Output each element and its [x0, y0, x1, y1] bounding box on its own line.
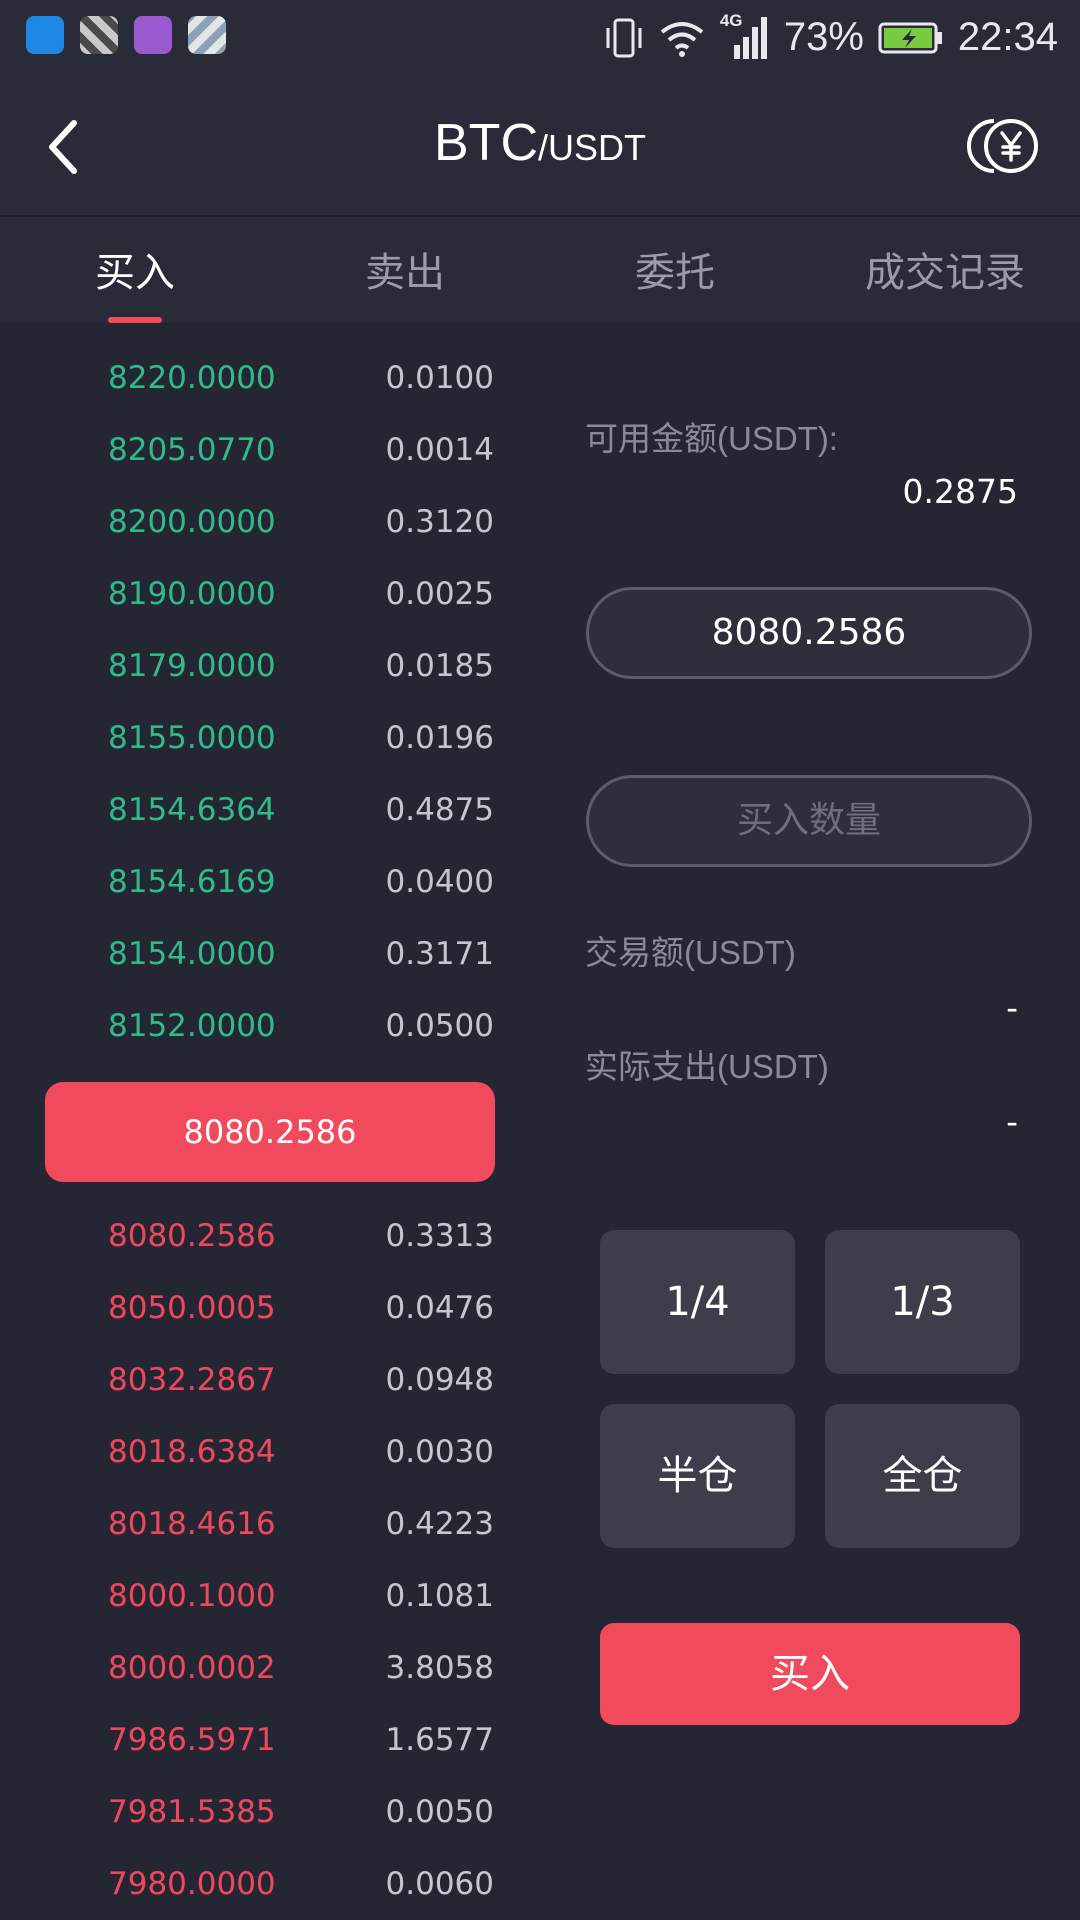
- ask-row[interactable]: 8179.0000 0.0185: [0, 636, 520, 696]
- base-currency: BTC: [434, 114, 538, 172]
- trade-tabs: 买入 卖出 委托 成交记录: [0, 217, 1080, 323]
- last-price-button[interactable]: 8080.2586: [45, 1082, 495, 1182]
- ask-qty: 0.0014: [385, 432, 494, 468]
- bid-row[interactable]: 8000.0002 3.8058: [0, 1638, 520, 1698]
- photo-app-icon-2: [188, 16, 226, 54]
- chat-app-icon: [26, 16, 64, 54]
- clock: 22:34: [957, 15, 1058, 59]
- bid-qty: 0.0060: [385, 1866, 494, 1902]
- tab-trade-history[interactable]: 成交记录: [810, 217, 1080, 323]
- ask-qty: 0.0185: [385, 648, 494, 684]
- price-input[interactable]: 8080.2586: [586, 587, 1032, 679]
- bid-qty: 0.3313: [385, 1218, 494, 1254]
- ask-price: 8205.0770: [108, 432, 276, 468]
- bid-qty: 0.0050: [385, 1794, 494, 1830]
- ask-row[interactable]: 8205.0770 0.0014: [0, 420, 520, 480]
- trade-amount-value: -: [1006, 988, 1018, 1027]
- ask-row[interactable]: 8155.0000 0.0196: [0, 708, 520, 768]
- bid-qty: 0.1081: [385, 1578, 494, 1614]
- quote-currency: /USDT: [538, 127, 646, 168]
- ask-price: 8179.0000: [108, 648, 276, 684]
- bid-row[interactable]: 8000.1000 0.1081: [0, 1566, 520, 1626]
- ask-row[interactable]: 8190.0000 0.0025: [0, 564, 520, 624]
- ask-row[interactable]: 8154.0000 0.3171: [0, 924, 520, 984]
- bid-price: 8050.0005: [108, 1290, 276, 1326]
- bid-row[interactable]: 8050.0005 0.0476: [0, 1278, 520, 1338]
- status-indicators: 4G 73% 22:34: [604, 10, 1058, 65]
- ask-row[interactable]: 8154.6169 0.0400: [0, 852, 520, 912]
- wifi-icon: [660, 21, 704, 57]
- header: BTC/USDT: [0, 75, 1080, 217]
- bid-price: 8018.6384: [108, 1434, 276, 1470]
- vibrate-icon: [606, 18, 642, 57]
- bid-qty: 0.0476: [385, 1290, 494, 1326]
- bid-row[interactable]: 7986.5971 1.6577: [0, 1710, 520, 1770]
- cell-signal-icon: 4G: [720, 11, 770, 61]
- ask-price: 8190.0000: [108, 576, 276, 612]
- bid-qty: 0.0948: [385, 1362, 494, 1398]
- bid-price: 8000.1000: [108, 1578, 276, 1614]
- ask-price: 8154.0000: [108, 936, 276, 972]
- bid-qty: 0.0030: [385, 1434, 494, 1470]
- ask-row[interactable]: 8154.6364 0.4875: [0, 780, 520, 840]
- ask-qty: 0.0025: [385, 576, 494, 612]
- actual-cost-label: 实际支出(USDT): [585, 1048, 829, 1085]
- bid-row[interactable]: 8032.2867 0.0948: [0, 1350, 520, 1410]
- fraction-half-button[interactable]: 半仓: [600, 1404, 795, 1548]
- bid-price: 7981.5385: [108, 1794, 276, 1830]
- battery-charging-icon: [878, 22, 942, 53]
- quantity-input[interactable]: 买入数量: [586, 775, 1032, 867]
- bid-price: 8032.2867: [108, 1362, 276, 1398]
- ask-price: 8154.6364: [108, 792, 276, 828]
- available-balance-value: 0.2875: [902, 472, 1018, 511]
- bid-qty: 1.6577: [385, 1722, 494, 1758]
- ask-qty: 0.0500: [385, 1008, 494, 1044]
- bid-price: 8000.0002: [108, 1650, 276, 1686]
- tab-buy[interactable]: 买入: [0, 217, 270, 323]
- ask-qty: 0.3120: [385, 504, 494, 540]
- buy-submit-button[interactable]: 买入: [600, 1623, 1020, 1725]
- bid-row[interactable]: 8080.2586 0.3313: [0, 1206, 520, 1266]
- ask-qty: 0.4875: [385, 792, 494, 828]
- currency-yen-icon[interactable]: [966, 115, 1040, 177]
- bid-price: 7980.0000: [108, 1866, 276, 1902]
- ask-qty: 0.0400: [385, 864, 494, 900]
- ask-row[interactable]: 8152.0000 0.0500: [0, 996, 520, 1056]
- ask-qty: 0.0196: [385, 720, 494, 756]
- status-bar: 4G 73% 22:34: [0, 0, 1080, 75]
- fraction-quarter-button[interactable]: 1/4: [600, 1230, 795, 1374]
- ask-price: 8200.0000: [108, 504, 276, 540]
- fraction-third-button[interactable]: 1/3: [825, 1230, 1020, 1374]
- ask-qty: 0.0100: [385, 360, 494, 396]
- tab-sell[interactable]: 卖出: [270, 217, 540, 323]
- fraction-full-button[interactable]: 全仓: [825, 1404, 1020, 1548]
- bid-row[interactable]: 8018.6384 0.0030: [0, 1422, 520, 1482]
- ask-qty: 0.3171: [385, 936, 494, 972]
- ask-row[interactable]: 8220.0000 0.0100: [0, 348, 520, 408]
- ask-price: 8152.0000: [108, 1008, 276, 1044]
- bid-row[interactable]: 8018.4616 0.4223: [0, 1494, 520, 1554]
- battery-percent: 73%: [783, 15, 864, 59]
- tab-orders[interactable]: 委托: [540, 217, 810, 323]
- bid-price: 8018.4616: [108, 1506, 276, 1542]
- page-title: BTC/USDT: [0, 113, 1080, 173]
- actual-cost-value: -: [1006, 1102, 1018, 1141]
- ask-price: 8155.0000: [108, 720, 276, 756]
- bid-price: 7986.5971: [108, 1722, 276, 1758]
- ask-row[interactable]: 8200.0000 0.3120: [0, 492, 520, 552]
- available-balance-label: 可用金额(USDT):: [585, 420, 838, 457]
- trade-amount-label: 交易额(USDT): [585, 934, 796, 971]
- gallery-app-icon: [134, 16, 172, 54]
- bid-qty: 0.4223: [385, 1506, 494, 1542]
- photo-app-icon: [80, 16, 118, 54]
- bid-row[interactable]: 7980.0000 0.0060: [0, 1854, 520, 1914]
- bid-qty: 3.8058: [385, 1650, 494, 1686]
- ask-price: 8220.0000: [108, 360, 276, 396]
- bid-row[interactable]: 7981.5385 0.0050: [0, 1782, 520, 1842]
- notification-icons: [26, 16, 226, 54]
- ask-price: 8154.6169: [108, 864, 276, 900]
- bid-price: 8080.2586: [108, 1218, 276, 1254]
